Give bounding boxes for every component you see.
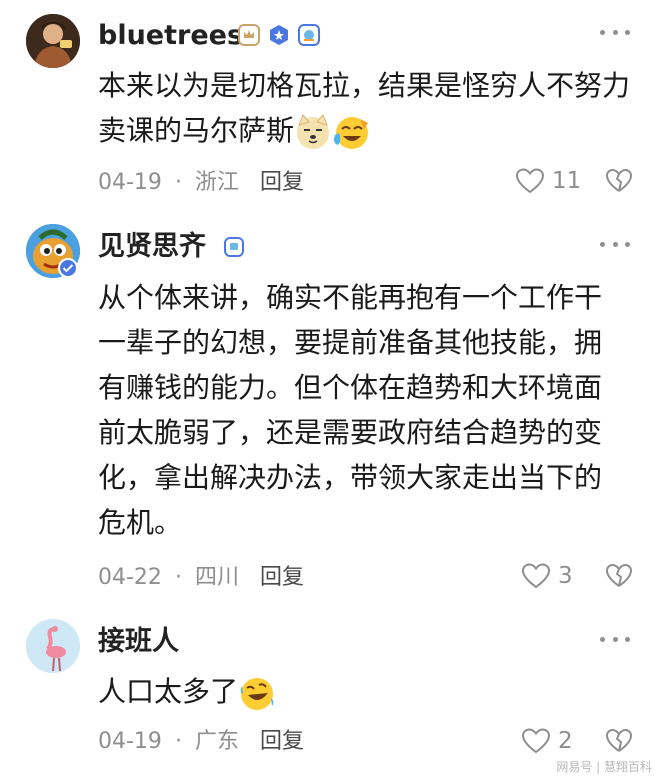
- dog-face-emoji: [297, 114, 330, 149]
- comment-meta: 04-19 · 广东 回复: [98, 731, 304, 753]
- comment-location: 四川: [194, 565, 239, 590]
- comment-date: 04-22: [98, 565, 162, 590]
- like-count: 11: [552, 168, 582, 194]
- laughing-crying-emoji: [334, 117, 369, 149]
- username[interactable]: 见贤思齐: [98, 233, 206, 260]
- more-options-icon[interactable]: [600, 240, 630, 248]
- heart-icon: [522, 728, 550, 754]
- comment-meta: 04-19 · 浙江 回复: [98, 172, 304, 194]
- comment-item: 见贤思齐 从个体来讲，确实不能再抱有一个工作干一辈子的幻想，要提前准备其他技能，…: [0, 210, 660, 600]
- comment-item: 接班人 人口太多了 04-19 · 广东 回复 2: [0, 605, 660, 775]
- like-count: 2: [558, 728, 573, 754]
- watermark: 网易号 | 慧翔百科: [556, 760, 652, 774]
- like-button[interactable]: 3: [522, 562, 573, 590]
- comment-location: 浙江: [194, 170, 239, 195]
- meta-separator: ·: [174, 729, 182, 754]
- more-options-icon[interactable]: [600, 635, 630, 643]
- broken-heart-icon[interactable]: [606, 168, 632, 194]
- broken-heart-icon[interactable]: [606, 728, 632, 754]
- level-badge-icon: [224, 237, 244, 257]
- meta-separator: ·: [174, 565, 182, 590]
- reply-button[interactable]: 回复: [260, 565, 304, 590]
- comment-text-body: 人口太多了: [98, 675, 239, 708]
- avatar[interactable]: [26, 14, 80, 68]
- comment-meta: 04-22 · 四川 回复: [98, 567, 304, 589]
- verified-medal-icon: [268, 24, 290, 46]
- comment-date: 04-19: [98, 170, 162, 195]
- reply-button[interactable]: 回复: [260, 170, 304, 195]
- rolling-laughing-emoji: [240, 678, 274, 710]
- heart-icon: [522, 563, 550, 589]
- like-button[interactable]: 2: [522, 727, 573, 755]
- like-count: 3: [558, 563, 573, 589]
- comment-text: 本来以为是切格瓦拉，结果是怪穷人不努力卖课的马尔萨斯: [98, 63, 638, 153]
- comment-location: 广东: [194, 729, 239, 754]
- comment-item: bluetrees 本来以为是切格瓦拉，结果是怪穷人不努力卖课的马尔萨斯 04-…: [0, 0, 660, 200]
- verified-check-icon: [58, 258, 78, 278]
- comment-text: 从个体来讲，确实不能再抱有一个工作干一辈子的幻想，要提前准备其他技能，拥有赚钱的…: [98, 281, 603, 539]
- comment-date: 04-19: [98, 729, 162, 754]
- comment-text: 人口太多了: [98, 669, 638, 714]
- username[interactable]: bluetrees: [98, 22, 243, 49]
- avatar[interactable]: [26, 619, 80, 673]
- reply-button[interactable]: 回复: [260, 729, 304, 754]
- username[interactable]: 接班人: [98, 628, 179, 655]
- fan-badge-icon: [298, 24, 320, 46]
- meta-separator: ·: [174, 170, 182, 195]
- more-options-icon[interactable]: [600, 28, 630, 36]
- heart-icon: [516, 168, 544, 194]
- broken-heart-icon[interactable]: [606, 563, 632, 589]
- like-button[interactable]: 11: [516, 167, 581, 195]
- level-badge-icon: [238, 24, 260, 46]
